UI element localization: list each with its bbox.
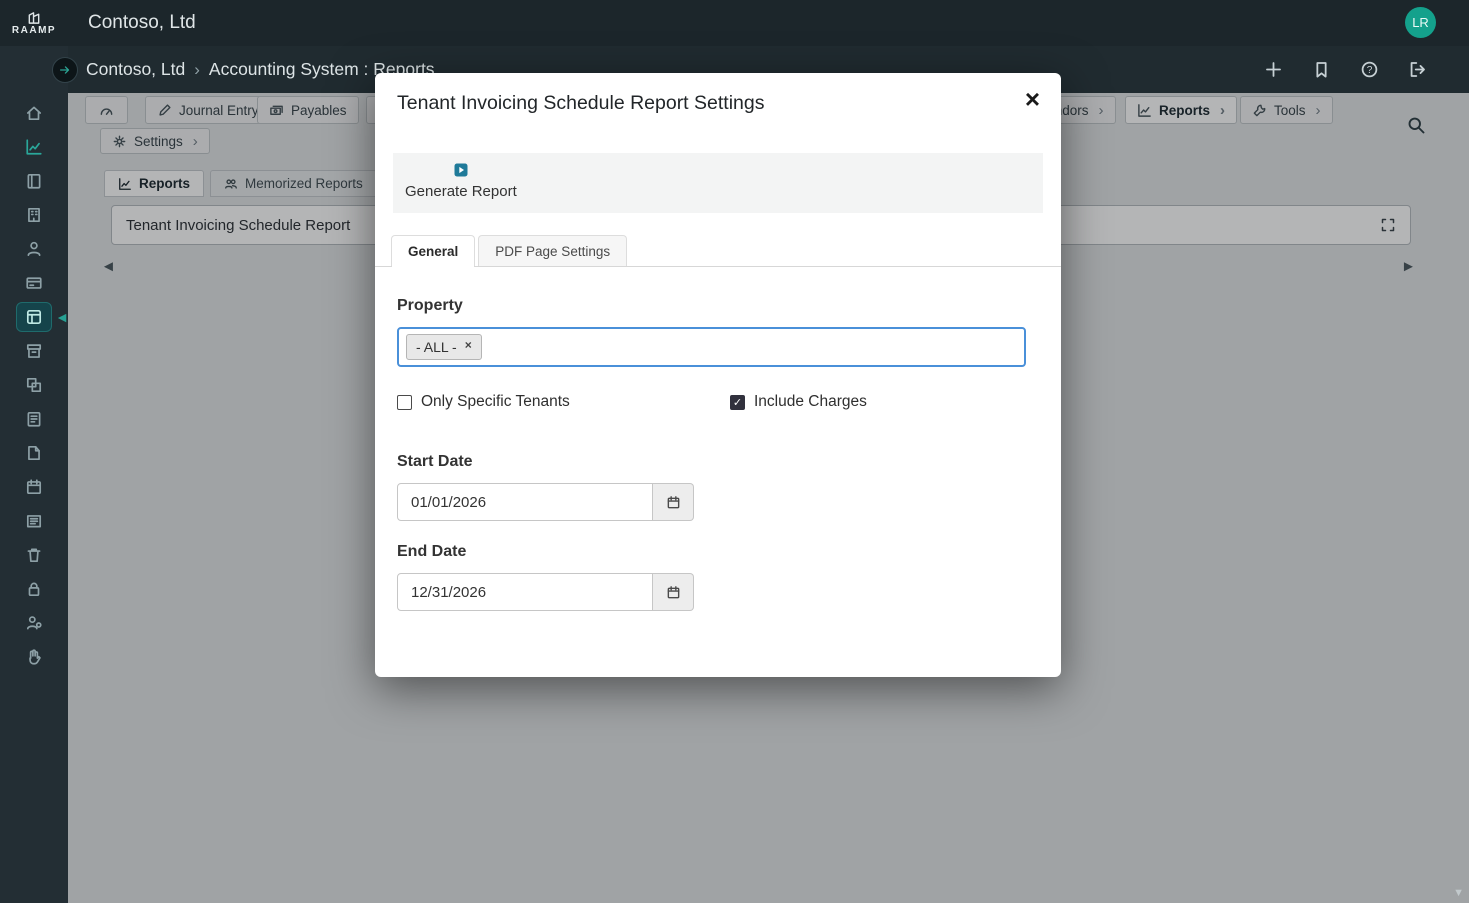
start-date-calendar-button[interactable]	[653, 483, 694, 521]
calendar-icon	[25, 478, 43, 496]
card-icon	[25, 274, 43, 292]
company-title: Contoso, Ltd	[88, 12, 196, 34]
user-avatar[interactable]: LR	[1405, 7, 1436, 38]
tab-general[interactable]: General	[391, 235, 475, 266]
sidebar-item-person[interactable]	[12, 232, 56, 266]
only-specific-tenants-checkbox[interactable]	[397, 395, 412, 410]
app-logo: RAAMP	[0, 10, 68, 36]
tab-pdf-page-settings[interactable]: PDF Page Settings	[478, 235, 627, 266]
dialog-tabs: General PDF Page Settings	[375, 236, 1061, 267]
include-charges-group: ✓ Include Charges	[730, 393, 867, 411]
include-charges-label: Include Charges	[754, 393, 867, 411]
checkbox-row: Only Specific Tenants ✓ Include Charges	[397, 393, 1039, 411]
dialog-body: Property - ALL - × Only Specific Tenants…	[397, 267, 1039, 611]
sidebar-item-ledger[interactable]	[12, 402, 56, 436]
logout-icon	[1408, 60, 1427, 79]
lock-icon	[25, 580, 43, 598]
file-edit-icon	[25, 444, 43, 462]
bookmark-icon	[1312, 60, 1331, 79]
ledger-icon	[25, 410, 43, 428]
header-actions	[1264, 46, 1427, 93]
arrow-right-icon	[58, 63, 72, 77]
sidebar: ◄	[0, 46, 68, 903]
sidebar-item-boxes[interactable]	[12, 368, 56, 402]
end-date-label: End Date	[397, 543, 1039, 561]
sidebar-toggle-button[interactable]	[52, 57, 78, 83]
sidebar-item-calendar[interactable]	[12, 470, 56, 504]
property-tag-value: - ALL -	[416, 339, 457, 355]
sidebar-item-user-gear[interactable]	[12, 606, 56, 640]
generate-report-label: Generate Report	[405, 183, 517, 200]
end-date-input[interactable]	[397, 573, 653, 611]
sidebar-item-file-edit[interactable]	[12, 436, 56, 470]
remove-tag-icon[interactable]: ×	[465, 338, 472, 352]
plus-button[interactable]	[1264, 60, 1283, 79]
start-date-input[interactable]	[397, 483, 653, 521]
trash-icon	[25, 546, 43, 564]
end-date-calendar-button[interactable]	[653, 573, 694, 611]
sidebar-item-card[interactable]	[12, 266, 56, 300]
accounting-icon	[25, 308, 43, 326]
sidebar-item-accounting[interactable]: ◄	[12, 300, 56, 334]
generate-report-button[interactable]: Generate Report	[403, 158, 519, 204]
sidebar-item-building[interactable]	[12, 198, 56, 232]
help-button[interactable]	[1360, 60, 1379, 79]
hand-icon	[25, 648, 43, 666]
property-tag: - ALL - ×	[406, 334, 482, 360]
top-bar: RAAMP Contoso, Ltd LR	[0, 0, 1469, 46]
sidebar-item-news[interactable]	[12, 504, 56, 538]
help-icon	[1360, 60, 1379, 79]
close-button[interactable]: ×	[1025, 86, 1040, 112]
bookmark-button[interactable]	[1312, 60, 1331, 79]
user-gear-icon	[25, 614, 43, 632]
news-icon	[25, 512, 43, 530]
sidebar-item-hand[interactable]	[12, 640, 56, 674]
sidebar-nav: ◄	[0, 96, 68, 674]
boxes-icon	[25, 376, 43, 394]
end-date-group	[397, 573, 694, 611]
breadcrumb-separator: ›	[194, 60, 200, 80]
sidebar-item-book[interactable]	[12, 164, 56, 198]
start-date-group	[397, 483, 694, 521]
active-item-arrow-icon: ◄	[55, 309, 69, 325]
sidebar-item-home[interactable]	[12, 96, 56, 130]
sidebar-item-lock[interactable]	[12, 572, 56, 606]
sidebar-item-trash[interactable]	[12, 538, 56, 572]
building-icon	[25, 206, 43, 224]
scrollbar-down-arrow[interactable]: ▼	[1453, 887, 1464, 899]
property-multiselect[interactable]: - ALL - ×	[397, 327, 1026, 367]
person-icon	[25, 240, 43, 258]
start-date-label: Start Date	[397, 453, 1039, 471]
dialog-title: Tenant Invoicing Schedule Report Setting…	[397, 92, 764, 115]
home-icon	[25, 104, 43, 122]
play-icon	[453, 162, 469, 178]
plus-icon	[1264, 60, 1283, 79]
book-icon	[25, 172, 43, 190]
archive-icon	[25, 342, 43, 360]
calendar-icon	[666, 495, 681, 510]
sidebar-item-archive[interactable]	[12, 334, 56, 368]
calendar-icon	[666, 585, 681, 600]
property-label: Property	[397, 297, 1039, 315]
raamp-logo-icon	[24, 10, 44, 25]
report-settings-dialog: Tenant Invoicing Schedule Report Setting…	[375, 73, 1061, 677]
only-specific-tenants-group: Only Specific Tenants	[397, 393, 570, 411]
chart-icon	[25, 138, 43, 156]
logo-text: RAAMP	[12, 25, 56, 36]
include-charges-checkbox[interactable]: ✓	[730, 395, 745, 410]
generate-report-strip: Generate Report	[393, 153, 1043, 213]
only-specific-tenants-label: Only Specific Tenants	[421, 393, 570, 411]
breadcrumb-segment-company[interactable]: Contoso, Ltd	[86, 59, 185, 80]
sidebar-item-chart[interactable]	[12, 130, 56, 164]
logout-button[interactable]	[1408, 60, 1427, 79]
